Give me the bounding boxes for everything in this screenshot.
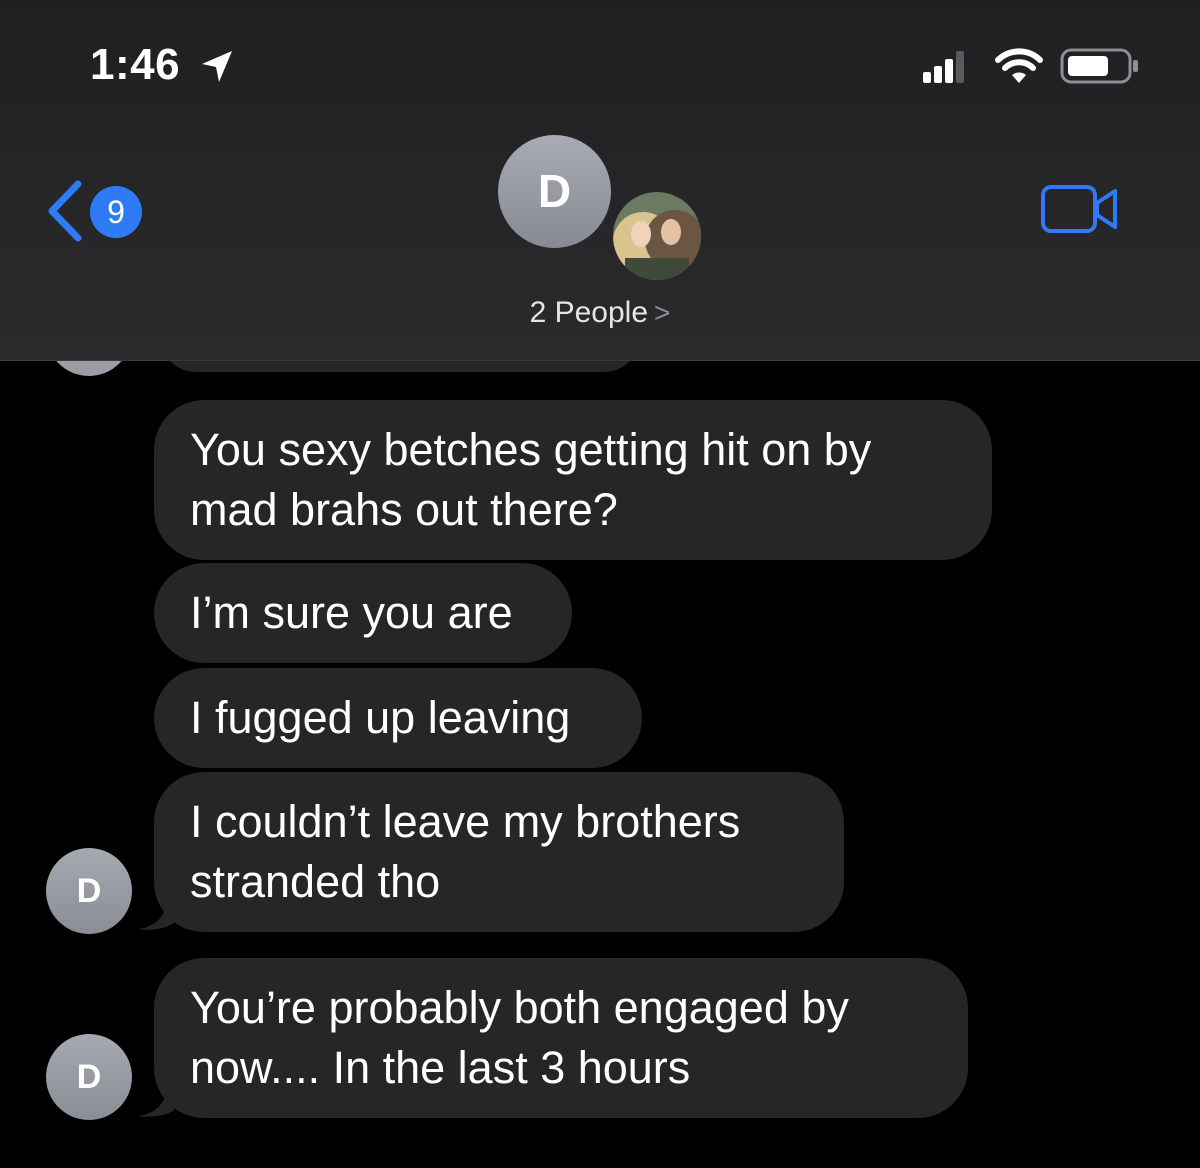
message-text-line: I’m sure you are bbox=[190, 587, 513, 638]
message-text-line: mad brahs out there? bbox=[190, 484, 618, 535]
conversation-header: 1:46 9 D 2 People > bbox=[0, 0, 1200, 361]
sender-avatar[interactable]: D bbox=[46, 1034, 132, 1120]
message-text-line: You’re probably both engaged by bbox=[190, 982, 849, 1033]
message-text-line: You sexy betches getting hit on by bbox=[190, 424, 872, 475]
group-photo-avatar[interactable] bbox=[613, 192, 701, 280]
wifi-icon bbox=[995, 48, 1043, 83]
message-bubble[interactable]: I couldn’t leave my brothers stranded th… bbox=[154, 772, 844, 932]
people-label: 2 People bbox=[529, 296, 649, 329]
status-time: 1:46 bbox=[90, 40, 181, 89]
message-text-line: now.... In the last 3 hours bbox=[190, 1042, 691, 1093]
video-call-icon[interactable] bbox=[1040, 183, 1120, 235]
message-bubble[interactable]: You’re probably both engaged by now.... … bbox=[154, 958, 968, 1118]
message-text-line: stranded tho bbox=[190, 856, 441, 907]
location-arrow-icon bbox=[202, 51, 232, 82]
sender-avatar[interactable]: D bbox=[46, 848, 132, 934]
message-bubble[interactable]: I’m sure you are bbox=[154, 563, 572, 663]
message-bubble[interactable]: I fugged up leaving bbox=[154, 668, 642, 768]
people-button[interactable]: 2 People > bbox=[0, 296, 1200, 330]
battery-icon bbox=[1060, 48, 1138, 84]
message-text-line: I couldn’t leave my brothers bbox=[190, 796, 741, 847]
signal-icon bbox=[923, 51, 964, 83]
message-bubble[interactable]: You sexy betches getting hit on by mad b… bbox=[154, 400, 992, 560]
chevron-right-icon: > bbox=[654, 297, 671, 328]
unread-count-badge[interactable]: 9 bbox=[90, 186, 142, 238]
contact-avatar[interactable]: D bbox=[498, 135, 611, 248]
back-chevron-icon[interactable] bbox=[44, 180, 84, 242]
message-text-line: I fugged up leaving bbox=[190, 692, 571, 743]
